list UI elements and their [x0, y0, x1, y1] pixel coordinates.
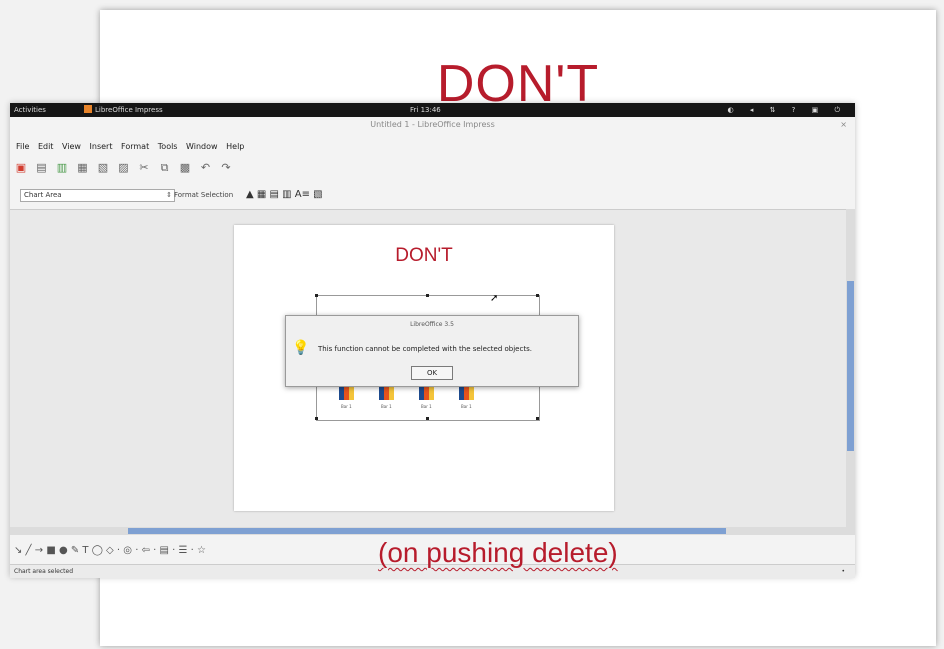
- page-title: DON'T: [395, 245, 453, 266]
- system-tray[interactable]: ◐ ◂ ⇅ ? ▣ ⏻: [728, 103, 847, 117]
- menu-view[interactable]: View: [62, 142, 81, 151]
- menu-edit[interactable]: Edit: [38, 142, 54, 151]
- bar-label: Bar 1: [341, 404, 352, 409]
- save-icon[interactable]: ▥: [55, 159, 69, 177]
- resize-handle[interactable]: [426, 294, 429, 297]
- menu-window[interactable]: Window: [186, 142, 218, 151]
- resize-handle[interactable]: [315, 417, 318, 420]
- format-selection-button[interactable]: Format Selection: [174, 187, 233, 203]
- dialog-title: LibreOffice 3.5: [410, 321, 454, 328]
- horizontal-scroll-thumb[interactable]: [128, 528, 726, 534]
- status-indicator: •: [841, 568, 845, 575]
- ok-button[interactable]: OK: [411, 366, 453, 380]
- info-bulb-icon: 💡: [292, 340, 310, 356]
- export-icon[interactable]: ▦: [76, 159, 90, 177]
- chevron-down-icon: ⇕: [166, 191, 172, 199]
- resize-handle[interactable]: [315, 294, 318, 297]
- app-menu[interactable]: LibreOffice Impress: [84, 103, 163, 117]
- new-icon[interactable]: ▣: [14, 159, 28, 177]
- app-name: LibreOffice Impress: [95, 106, 163, 114]
- vertical-scrollbar[interactable]: [846, 209, 855, 527]
- chart-tool-icons[interactable]: ▲ ▦ ▤ ▥ A≡ ▧: [246, 187, 323, 203]
- chart-toolbar: Chart Area ⇕ Format Selection ▲ ▦ ▤ ▥ A≡…: [14, 187, 851, 203]
- impress-icon: [84, 105, 92, 113]
- pdf-icon[interactable]: ▨: [117, 159, 131, 177]
- print-icon[interactable]: ▧: [96, 159, 110, 177]
- bar-label: Bar 1: [421, 404, 432, 409]
- resize-handle[interactable]: [536, 294, 539, 297]
- activities-button[interactable]: Activities: [14, 103, 46, 117]
- redo-icon[interactable]: ↷: [219, 159, 233, 177]
- bar-label: Bar 1: [381, 404, 392, 409]
- menu-tools[interactable]: Tools: [158, 142, 178, 151]
- resize-handle[interactable]: [536, 417, 539, 420]
- gnome-top-bar: Activities LibreOffice Impress Fri 13:46…: [10, 103, 855, 117]
- clock[interactable]: Fri 13:46: [410, 103, 441, 117]
- menu-bar: File Edit View Insert Format Tools Windo…: [10, 141, 855, 153]
- window-titlebar: Untitled 1 - LibreOffice Impress ×: [10, 117, 855, 133]
- menu-help[interactable]: Help: [226, 142, 244, 151]
- open-icon[interactable]: ▤: [35, 159, 49, 177]
- horizontal-scrollbar[interactable]: [10, 527, 855, 535]
- status-text: Chart area selected: [14, 568, 74, 575]
- libreoffice-window: Activities LibreOffice Impress Fri 13:46…: [10, 103, 855, 578]
- annotation-caption: (on pushing delete): [378, 537, 618, 568]
- close-icon[interactable]: ×: [840, 117, 847, 133]
- window-title: Untitled 1 - LibreOffice Impress: [370, 120, 495, 129]
- chart-element-value: Chart Area: [24, 191, 62, 199]
- undo-icon[interactable]: ↶: [199, 159, 213, 177]
- cut-icon[interactable]: ✂: [137, 159, 151, 177]
- drawing-toolbar[interactable]: ↘ ╱ → ■ ● ✎ T ◯ ◇ · ◎ · ⇦ · ▤ · ☰ · ☆: [14, 542, 206, 560]
- chart-element-select[interactable]: Chart Area ⇕: [20, 189, 175, 202]
- mouse-pointer-icon: ➚: [490, 293, 499, 304]
- standard-toolbar: ▣ ▤ ▥ ▦ ▧ ▨ ✂ ⧉ ▩ ↶ ↷: [14, 159, 236, 177]
- menu-insert[interactable]: Insert: [90, 142, 113, 151]
- resize-handle[interactable]: [426, 417, 429, 420]
- paste-icon[interactable]: ▩: [178, 159, 192, 177]
- copy-icon[interactable]: ⧉: [158, 159, 172, 177]
- vertical-scroll-thumb[interactable]: [847, 281, 854, 451]
- error-dialog: LibreOffice 3.5 💡 This function cannot b…: [285, 315, 579, 387]
- menu-file[interactable]: File: [16, 142, 29, 151]
- dialog-message: This function cannot be completed with t…: [318, 345, 532, 353]
- bar-label: Bar 1: [461, 404, 472, 409]
- menu-format[interactable]: Format: [121, 142, 149, 151]
